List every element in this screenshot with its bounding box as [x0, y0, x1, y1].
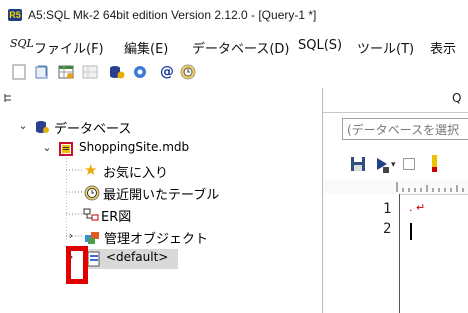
tree-label: 最近開いたテーブル — [103, 188, 220, 203]
menu-file[interactable]: ファイル(F) — [34, 38, 104, 57]
chevron-down-icon[interactable]: ⌄ — [42, 142, 52, 153]
window-title: A5:SQL Mk-2 64bit edition Version 2.12.0… — [28, 8, 317, 22]
menu-edit[interactable]: 編集(E) — [124, 38, 168, 57]
tree-label: <default> — [106, 250, 169, 264]
star-icon: ★ — [84, 161, 98, 179]
tab-query[interactable]: Q — [452, 91, 461, 105]
at-icon[interactable]: @ — [158, 63, 176, 81]
access-db-icon — [59, 142, 73, 156]
table-icon[interactable] — [57, 63, 75, 81]
database-select-combo[interactable]: (データベースを選択 — [342, 118, 468, 140]
checkbox-icon[interactable] — [403, 158, 415, 170]
history-icon[interactable] — [179, 63, 197, 81]
tree-label: ER図 — [101, 210, 132, 225]
schema-icon — [87, 251, 100, 267]
tree-label: ShoppingSite.mdb — [79, 140, 190, 154]
query-tab-strip — [323, 88, 468, 113]
open-icon[interactable] — [33, 63, 51, 81]
marker-icon[interactable] — [430, 155, 440, 173]
chevron-down-icon[interactable]: ⌄ — [18, 120, 28, 131]
line-number: 2 — [383, 221, 392, 237]
tree-label: 管理オブジェクト — [104, 232, 209, 247]
highlight-annotation-box — [66, 246, 88, 284]
objects-icon — [85, 232, 99, 244]
menu-tools[interactable]: ツール(T) — [357, 38, 414, 57]
new-document-icon[interactable] — [10, 63, 28, 81]
ruler-ticks — [396, 182, 464, 192]
database-connect-icon[interactable] — [108, 63, 126, 81]
app-icon: R5 — [8, 9, 22, 21]
tree-view-icon[interactable] — [4, 93, 14, 106]
settings-gear-icon[interactable] — [131, 63, 149, 81]
sql-logo-icon: SQL — [10, 37, 34, 50]
tree-item-default[interactable]: <default> — [84, 249, 178, 269]
database-icon — [36, 121, 49, 133]
clock-icon — [84, 185, 100, 201]
menu-sql[interactable]: SQL(S) — [298, 38, 342, 53]
tree-label: お気に入り — [103, 166, 169, 181]
text-cursor — [410, 223, 412, 240]
er-diagram-icon — [83, 208, 99, 221]
menu-database[interactable]: データベース(D) — [192, 38, 290, 57]
chevron-right-icon[interactable]: › — [66, 230, 76, 241]
line-number: 1 — [383, 201, 392, 217]
menu-view[interactable]: 表示 — [430, 38, 456, 57]
run-dropdown-icon[interactable]: ▾ — [391, 160, 396, 170]
save-icon[interactable] — [350, 156, 366, 172]
run-icon[interactable] — [374, 156, 392, 174]
tree-label: データベース — [54, 122, 132, 137]
title-bar: R5 A5:SQL Mk-2 64bit edition Version 2.1… — [0, 0, 468, 30]
editor-line-1[interactable]: . ↵ — [409, 201, 425, 214]
table-disabled-icon[interactable] — [81, 63, 99, 81]
